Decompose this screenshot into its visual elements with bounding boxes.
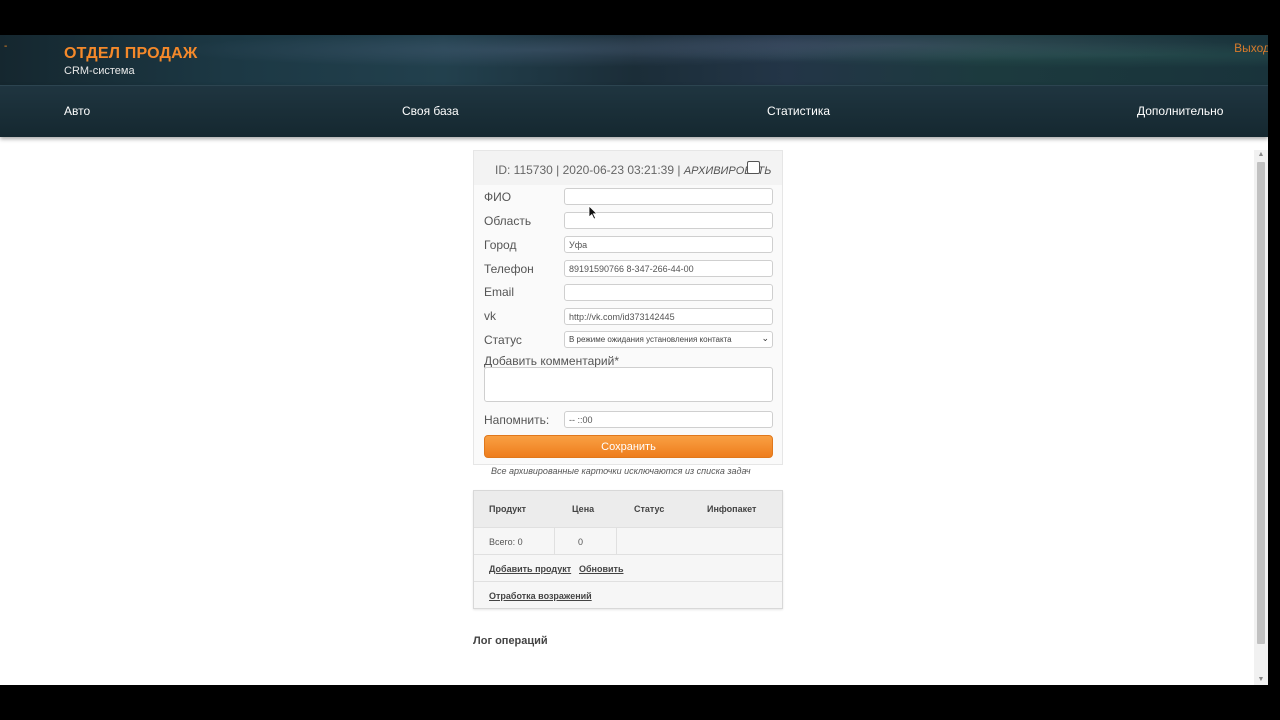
- card-header: ID: 115730 | 2020-06-23 03:21:39 | АРХИВ…: [474, 151, 782, 185]
- archive-checkbox[interactable]: [747, 161, 760, 174]
- page-scrollbar[interactable]: ▲ ▼: [1254, 150, 1268, 685]
- region-label: Область: [484, 214, 532, 228]
- email-field[interactable]: [564, 284, 773, 301]
- remind-label: Напомнить:: [484, 413, 550, 427]
- products-actions-row: Добавить продукт Обновить: [474, 554, 782, 581]
- city-label: Город: [484, 238, 517, 252]
- nav-item-own-base[interactable]: Своя база: [402, 104, 459, 118]
- comment-textarea[interactable]: [484, 367, 773, 402]
- column-divider: [554, 528, 555, 555]
- phone-label: Телефон: [484, 262, 534, 276]
- phone-field[interactable]: [564, 260, 773, 277]
- nav-item-statistics[interactable]: Статистика: [767, 104, 830, 118]
- nav-item-auto[interactable]: Авто: [64, 104, 90, 118]
- objections-row: Отработка возражений: [474, 581, 782, 608]
- mouse-cursor-icon: [588, 205, 598, 220]
- header-product: Продукт: [489, 504, 527, 514]
- save-button[interactable]: Сохранить: [484, 435, 773, 458]
- city-field[interactable]: [564, 236, 773, 253]
- scrollbar-thumb[interactable]: [1257, 162, 1265, 644]
- archive-note: Все архивированные карточки исключаются …: [491, 466, 751, 476]
- status-select-value: В режиме ожидания установления контакта: [569, 335, 732, 344]
- remind-field[interactable]: [564, 411, 773, 428]
- corner-mark: -: [4, 41, 8, 52]
- scroll-up-arrow-icon[interactable]: ▲: [1254, 150, 1268, 160]
- header-price: Цена: [572, 504, 595, 514]
- logout-link[interactable]: Выход: [1234, 41, 1268, 55]
- brand-title: ОТДЕЛ ПРОДАЖ: [64, 45, 198, 62]
- screen-frame: - ОТДЕЛ ПРОДАЖ CRM-система Выход Авто Св…: [0, 0, 1280, 720]
- header-infopack: Инфопакет: [707, 504, 757, 514]
- comment-label: Добавить комментарий*: [484, 354, 620, 368]
- status-label: Статус: [484, 333, 522, 347]
- status-select[interactable]: В режиме ожидания установления контакта …: [564, 331, 773, 348]
- client-card: ID: 115730 | 2020-06-23 03:21:39 | АРХИВ…: [473, 150, 783, 465]
- top-header: - ОТДЕЛ ПРОДАЖ CRM-система Выход: [0, 35, 1268, 85]
- main-nav: Авто Своя база Статистика Дополнительно: [0, 85, 1268, 137]
- header-status: Статус: [634, 504, 665, 514]
- card-meta: ID: 115730 | 2020-06-23 03:21:39 | АРХИВ…: [495, 163, 771, 177]
- fio-label: ФИО: [484, 190, 512, 204]
- email-label: Email: [484, 285, 515, 299]
- products-table: Продукт Цена Статус Инфопакет Всего: 0 0…: [473, 490, 783, 609]
- log-title: Лог операций: [473, 635, 548, 647]
- products-header-row: Продукт Цена Статус Инфопакет: [474, 491, 782, 527]
- nav-item-additional[interactable]: Дополнительно: [1137, 104, 1223, 118]
- products-total-row: Всего: 0 0: [474, 527, 782, 555]
- total-price: 0: [578, 537, 584, 547]
- add-product-link[interactable]: Добавить продукт: [489, 564, 571, 574]
- vk-label: vk: [484, 309, 496, 323]
- brand-subtitle: CRM-система: [64, 65, 135, 77]
- column-divider: [616, 528, 617, 555]
- chevron-down-icon: ⌄: [761, 333, 769, 343]
- card-id-date: ID: 115730 | 2020-06-23 03:21:39 |: [495, 163, 681, 177]
- total-label: Всего: 0: [489, 537, 523, 547]
- scroll-down-arrow-icon[interactable]: ▼: [1254, 675, 1268, 685]
- fio-field[interactable]: [564, 188, 773, 205]
- vk-field[interactable]: [564, 308, 773, 325]
- refresh-link[interactable]: Обновить: [579, 564, 624, 574]
- objections-link[interactable]: Отработка возражений: [489, 591, 592, 601]
- page: - ОТДЕЛ ПРОДАЖ CRM-система Выход Авто Св…: [0, 35, 1268, 685]
